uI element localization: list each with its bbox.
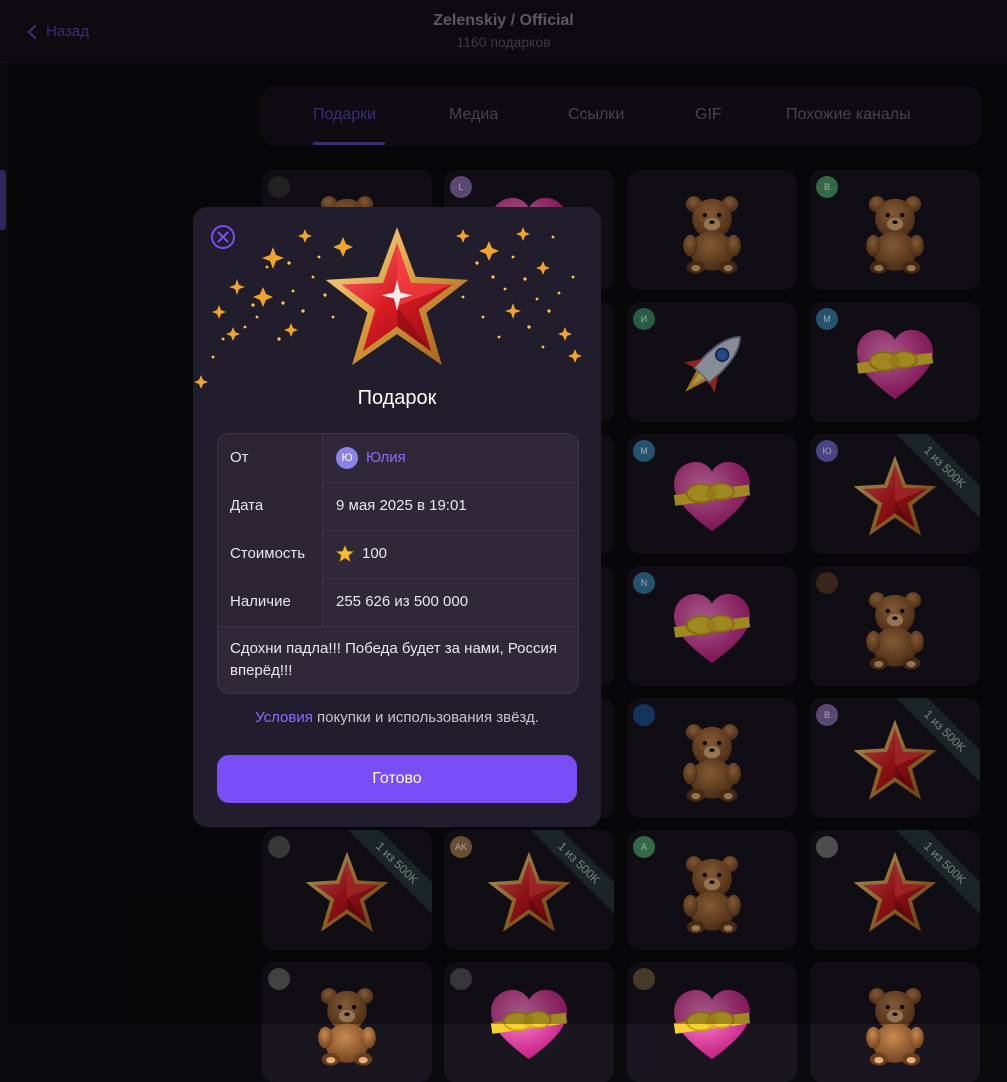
- cost-amount: 100: [362, 545, 388, 562]
- info-row-cost: Стоимость 100: [218, 530, 578, 579]
- cost-label: Стоимость: [218, 530, 323, 578]
- modal-title: Подарок: [357, 387, 437, 409]
- avatar: Ю: [336, 447, 358, 469]
- info-row-from: От Ю Юлия: [218, 434, 578, 483]
- star-currency-icon: [336, 545, 354, 562]
- availability-value: 255 626 из 500 000: [336, 593, 469, 610]
- gift-message: Сдохни падла!!! Победа будет за нами, Ро…: [230, 640, 558, 679]
- sender-name[interactable]: Юлия: [366, 434, 406, 482]
- terms-text: покупки и использования звёзд.: [312, 709, 539, 726]
- terms-link[interactable]: Условия: [255, 709, 313, 726]
- close-icon[interactable]: [210, 224, 236, 250]
- gift-info-table: От Ю Юлия Дата 9 мая 2025 в 19:01 Стоимо…: [217, 433, 579, 694]
- terms-note: Условия покупки и использования звёзд.: [193, 709, 601, 726]
- date-value: 9 мая 2025 в 19:01: [336, 497, 467, 514]
- from-value[interactable]: Ю Юлия: [336, 434, 406, 482]
- gift-details-modal: Подарок От Ю Юлия Дата 9 мая 2025 в 19:0…: [193, 207, 601, 827]
- done-button[interactable]: Готово: [217, 755, 577, 803]
- date-label: Дата: [218, 482, 323, 530]
- from-label: От: [218, 434, 323, 482]
- info-row-availability: Наличие 255 626 из 500 000: [218, 578, 578, 627]
- star-gift-icon: [317, 221, 477, 376]
- info-row-date: Дата 9 мая 2025 в 19:01: [218, 482, 578, 531]
- cost-value: 100: [336, 530, 387, 578]
- availability-label: Наличие: [218, 578, 323, 626]
